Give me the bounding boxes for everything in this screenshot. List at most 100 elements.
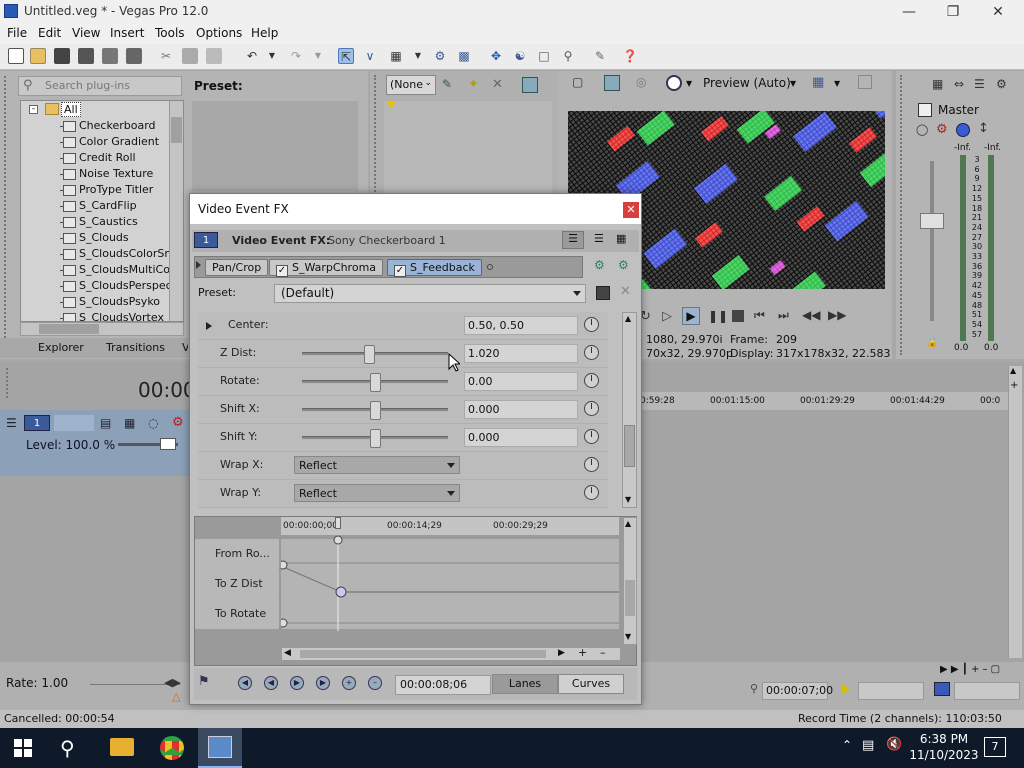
maximize-button[interactable]: ❐: [938, 2, 968, 22]
paste-icon[interactable]: [206, 48, 222, 64]
snapping-icon[interactable]: ✥: [488, 48, 504, 64]
file-explorer-icon[interactable]: [110, 738, 134, 756]
windows-start-icon[interactable]: [14, 739, 32, 757]
playhead-handle[interactable]: [335, 517, 341, 529]
plugin-list-scrollbar[interactable]: [169, 101, 183, 321]
plugin-item[interactable]: Credit Roll: [79, 151, 136, 164]
menu-options[interactable]: Options: [196, 26, 242, 40]
chevron-down-icon[interactable]: ▼: [790, 79, 796, 88]
dialog-title-bar[interactable]: Video Event FX ✕: [190, 194, 641, 224]
collapse-tree-icon[interactable]: -: [29, 105, 38, 114]
param-slider[interactable]: [302, 429, 448, 448]
go-to-end-icon[interactable]: ⏭: [778, 308, 789, 323]
panel-grip[interactable]: [6, 368, 14, 398]
play-icon[interactable]: ▶: [682, 307, 700, 325]
loop-length-field[interactable]: [858, 682, 924, 700]
pause-icon[interactable]: ❚❚: [708, 309, 728, 323]
track-fx-gear-icon[interactable]: ⚙: [172, 415, 184, 430]
solo-icon[interactable]: [956, 123, 970, 137]
save-preset-icon[interactable]: [596, 286, 610, 300]
none-dropdown[interactable]: (None ⌄: [386, 75, 436, 95]
plugin-item[interactable]: S_CloudsVortex: [79, 311, 164, 321]
next-keyframe-icon[interactable]: ▶: [290, 676, 304, 690]
panel-grip[interactable]: [900, 75, 908, 355]
tab-transitions[interactable]: Transitions: [106, 341, 165, 354]
wrap-x-dropdown[interactable]: Reflect: [294, 456, 460, 474]
checkbox-icon[interactable]: ✓: [394, 265, 406, 277]
tool-dropdown-icon[interactable]: ▼: [410, 48, 426, 64]
master-fader-handle[interactable]: [920, 213, 944, 229]
plugin-item[interactable]: S_CloudsPerspect: [79, 279, 176, 292]
menu-edit[interactable]: Edit: [38, 26, 61, 40]
remove-fx-icon[interactable]: ✕: [492, 77, 508, 93]
remove-plugin-icon[interactable]: ⚙: [618, 258, 629, 272]
ignore-grouping-icon[interactable]: □: [536, 48, 552, 64]
timeline-hscroll-icons[interactable]: ▶ ▶ ┃ + – ▢: [940, 664, 1000, 675]
record-mic-icon[interactable]: ⚲: [750, 682, 758, 695]
fx-chain-pan-crop[interactable]: Pan/Crop: [205, 259, 269, 276]
tree-root-all[interactable]: All: [61, 102, 81, 117]
param-slider[interactable]: [302, 401, 448, 420]
preset-edit-icon[interactable]: ✎: [442, 77, 458, 93]
keyframe-time-field[interactable]: 00:00:08;06: [395, 675, 491, 695]
overlays-icon[interactable]: ▦: [812, 75, 824, 90]
param-slider[interactable]: [302, 373, 448, 392]
scroll-thumb[interactable]: [624, 425, 635, 467]
track-fx-icon[interactable]: ▦: [124, 416, 135, 430]
cursor-time-field[interactable]: 00:00:07;00: [762, 682, 833, 700]
params-scrollbar[interactable]: ▲ ▼: [622, 312, 637, 508]
keyframe-marker[interactable]: [333, 535, 343, 545]
play-from-start-icon[interactable]: ▷: [662, 309, 672, 324]
panel-grip[interactable]: [4, 76, 12, 346]
zoom-tool-icon[interactable]: ⚲: [560, 48, 576, 64]
mute-icon[interactable]: ◯: [916, 123, 928, 136]
timeline-ruler[interactable]: 0:59:28 00:01:15:00 00:01:29:29 00:01:44…: [640, 392, 1008, 410]
auto-crossfade-icon[interactable]: ☯: [512, 48, 528, 64]
menu-tools[interactable]: Tools: [155, 26, 185, 40]
selection-length-field[interactable]: [954, 682, 1020, 700]
fx-chain-feedback[interactable]: ✓ S_Feedback: [387, 259, 482, 277]
plugin-item[interactable]: Noise Texture: [79, 167, 153, 180]
chevron-down-icon[interactable]: ▼: [686, 79, 692, 88]
redo-dropdown-icon[interactable]: ▼: [310, 48, 326, 64]
preset-dropdown[interactable]: (Default): [274, 284, 586, 303]
delete-preset-icon[interactable]: ✕: [620, 284, 631, 299]
mixer-width-icon[interactable]: ⇔: [954, 77, 964, 91]
kf-hscrollbar[interactable]: ◀ ▶ + –: [281, 646, 621, 661]
view-list-icon[interactable]: ☰: [562, 231, 584, 249]
redo-icon[interactable]: ↷: [288, 48, 304, 64]
plugin-item[interactable]: ProType Titler: [79, 183, 153, 196]
search-icon[interactable]: ⚲: [60, 736, 75, 760]
animate-keyframe-icon[interactable]: [584, 401, 599, 416]
zoom-out-icon[interactable]: –: [600, 646, 606, 659]
render-as-icon[interactable]: ✎: [592, 48, 608, 64]
level-slider-handle[interactable]: [160, 438, 176, 450]
menu-help[interactable]: Help: [251, 26, 278, 40]
network-icon[interactable]: ▤: [862, 738, 874, 753]
first-keyframe-icon[interactable]: ◀: [238, 676, 252, 690]
scroll-up-icon[interactable]: ▲: [625, 314, 631, 323]
open-folder-icon[interactable]: [30, 48, 46, 64]
save-icon[interactable]: [54, 48, 70, 64]
param-value-field[interactable]: 0.000: [464, 400, 578, 419]
minimize-button[interactable]: —: [894, 2, 924, 22]
param-slider-thumb[interactable]: [369, 401, 381, 420]
param-value-field[interactable]: 0.50, 0.50: [464, 316, 578, 335]
stop-icon[interactable]: [732, 310, 744, 322]
normal-edit-tool-icon[interactable]: ⇱: [338, 48, 354, 64]
curves-button[interactable]: Curves: [558, 674, 624, 694]
notification-icon[interactable]: 7: [984, 737, 1006, 757]
external-monitor-icon[interactable]: [604, 75, 620, 91]
split-preview-icon[interactable]: [666, 75, 682, 91]
selection-icon[interactable]: [934, 682, 950, 696]
keyframe-marker[interactable]: [281, 618, 288, 628]
preview-fx-icon[interactable]: ◎: [636, 75, 652, 91]
sync-cursor-icon[interactable]: ⚑: [198, 674, 210, 689]
zoom-in-icon[interactable]: +: [1010, 380, 1018, 391]
rate-slider-handle[interactable]: ◀▶: [164, 676, 181, 689]
copy-snapshot-icon[interactable]: [858, 75, 872, 89]
preview-quality-dropdown[interactable]: Preview (Auto): [703, 76, 791, 90]
chevron-down-icon[interactable]: ▼: [834, 79, 840, 88]
new-file-icon[interactable]: [8, 48, 24, 64]
undo-icon[interactable]: ↶: [244, 48, 260, 64]
